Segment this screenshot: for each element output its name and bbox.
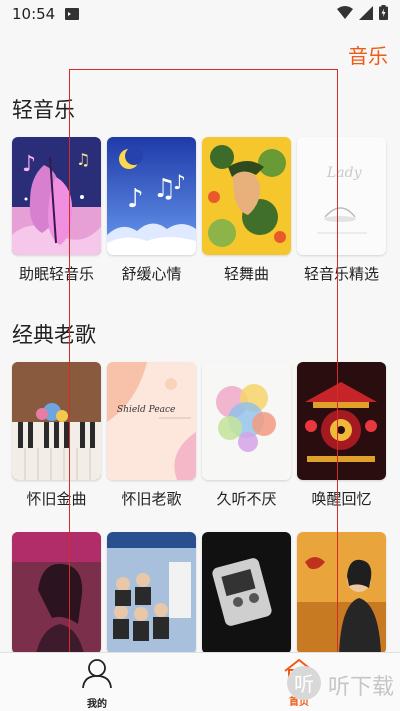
playlist-card[interactable] (107, 532, 196, 654)
watermark-text: 听下载 (327, 675, 394, 700)
playlist-card[interactable]: ♪ ♫ ♪ 舒缓心情 (107, 137, 196, 284)
status-bar: 10:54 (0, 0, 400, 28)
playlist-card[interactable] (297, 532, 386, 654)
section-title-light-music: 轻音乐 (12, 98, 75, 122)
watermark-logo-icon: 听 (286, 665, 322, 705)
playlist-cover[interactable]: ♪ ♫ ♪ (107, 137, 196, 255)
playlist-cover[interactable] (12, 362, 101, 480)
playlist-cover[interactable] (107, 532, 196, 654)
playlist-card[interactable]: ♪ ♫ 助眠轻音乐 (12, 137, 101, 284)
watermark: 听 听下载 (286, 665, 394, 705)
playlist-card[interactable]: 轻舞曲 (202, 137, 291, 284)
playlist-card[interactable]: 唤醒回忆 (297, 362, 386, 509)
page-title: 音乐 (348, 44, 388, 68)
status-left: 10:54 (12, 5, 80, 24)
playlist-card[interactable]: Lady 轻音乐精选 (297, 137, 386, 284)
svg-text:♪: ♪ (173, 170, 186, 194)
playlist-cover[interactable]: ♪ ♫ (12, 137, 101, 255)
status-right (337, 4, 388, 24)
playlist-card[interactable] (202, 532, 291, 654)
playlist-card[interactable] (12, 532, 101, 654)
playlist-label: 久听不厌 (216, 490, 277, 508)
playlist-label: 轻音乐精选 (303, 265, 379, 283)
svg-text:♪: ♪ (22, 152, 36, 177)
playlist-cover[interactable] (12, 532, 101, 654)
light-music-grid: ♪ ♫ 助眠轻音乐 ♪ ♫ ♪ 舒缓心情 轻舞曲 Lady 轻音乐精选 (12, 137, 386, 284)
nav-label-mine: 我的 (87, 699, 107, 710)
playlist-card[interactable]: 久听不厌 (202, 362, 291, 509)
top-bar: 音乐 (0, 36, 400, 76)
wifi-icon (337, 5, 353, 24)
battery-icon (379, 4, 388, 24)
playlist-label: 舒缓心情 (121, 265, 182, 283)
classic-oldies-grid: 怀旧金曲 Shield Peace 怀旧老歌 久听不厌 唤醒回忆 (12, 362, 386, 509)
playlist-cover[interactable] (202, 532, 291, 654)
playlist-grid-row-3 (12, 532, 386, 654)
svg-text:♫: ♫ (76, 150, 90, 169)
playlist-cover[interactable] (202, 362, 291, 480)
user-icon (80, 657, 114, 693)
playlist-label: 唤醒回忆 (311, 490, 372, 508)
status-time: 10:54 (12, 5, 56, 23)
playlist-cover[interactable] (202, 137, 291, 255)
playlist-cover[interactable] (297, 362, 386, 480)
playlist-card[interactable]: 怀旧金曲 (12, 362, 101, 509)
playlist-label: 怀旧老歌 (121, 490, 182, 508)
playlist-cover[interactable]: Lady (297, 137, 386, 255)
signal-icon (359, 5, 373, 24)
playlist-cover[interactable] (297, 532, 386, 654)
playlist-card[interactable]: Shield Peace 怀旧老歌 (107, 362, 196, 509)
playlist-cover[interactable]: Shield Peace (107, 362, 196, 480)
svg-text:听: 听 (294, 672, 314, 696)
svg-text:Shield Peace: Shield Peace (117, 405, 175, 415)
section-title-classic-oldies: 经典老歌 (12, 323, 96, 347)
playlist-label: 助眠轻音乐 (18, 265, 94, 283)
playlist-label: 轻舞曲 (223, 265, 269, 283)
playlist-label: 怀旧金曲 (26, 490, 87, 508)
svg-text:Lady: Lady (326, 165, 363, 181)
notification-icon (65, 5, 80, 24)
svg-text:♪: ♪ (127, 184, 144, 214)
nav-item-mine[interactable]: 我的 (80, 657, 114, 710)
